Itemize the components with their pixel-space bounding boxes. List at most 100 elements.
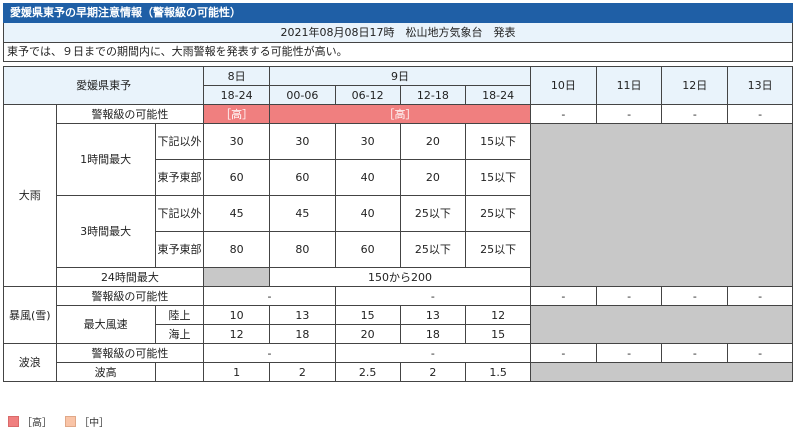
legend-mid: ［中］ xyxy=(65,416,110,429)
dash-cell: - xyxy=(595,104,663,124)
dash-cell: - xyxy=(203,286,336,306)
value-cell: 2.5 xyxy=(334,362,401,382)
value-cell: 1 xyxy=(203,362,271,382)
rain-possibility-high: ［高］ xyxy=(269,104,531,124)
rain-possibility-label: 警報級の可能性 xyxy=(55,104,205,124)
value-cell: 12 xyxy=(465,305,531,325)
value-cell: 2 xyxy=(269,362,336,382)
value-cell: 30 xyxy=(203,123,271,160)
page-title: 愛媛県東予の早期注意情報（警報級の可能性） xyxy=(3,3,793,23)
day11-header: 11日 xyxy=(595,66,663,105)
high-swatch xyxy=(8,416,19,427)
subarea-label: 東予東部 xyxy=(154,159,205,196)
subarea-label: 下記以外 xyxy=(154,195,205,232)
time-header: 18-24 xyxy=(203,85,271,105)
wind-label: 暴風(雪) xyxy=(3,286,57,344)
dash-cell: - xyxy=(595,286,663,306)
rain-1h-label: 1時間最大 xyxy=(55,123,156,196)
time-header: 12-18 xyxy=(399,85,467,105)
value-cell: 40 xyxy=(334,159,401,196)
area-header: 愛媛県東予 xyxy=(2,66,205,105)
dash-cell: - xyxy=(661,104,729,124)
dash-cell: - xyxy=(529,286,597,306)
wind-max-label: 最大風速 xyxy=(55,305,156,344)
value-cell: 40 xyxy=(334,195,401,232)
sea-label: 海上 xyxy=(154,324,205,344)
value-cell: 80 xyxy=(203,231,271,268)
value-cell: 18 xyxy=(269,324,336,344)
value-cell: 25以下 xyxy=(465,231,531,268)
time-header: 18-24 xyxy=(465,85,531,105)
day9-header: 9日 xyxy=(269,66,531,86)
value-cell: 12 xyxy=(203,324,271,344)
value-cell: 20 xyxy=(399,123,467,160)
value-cell: 30 xyxy=(334,123,401,160)
dash-cell: - xyxy=(727,343,793,363)
value-cell: 20 xyxy=(334,324,401,344)
dash-cell: - xyxy=(529,104,597,124)
summary-text: 東予では、９日までの期間内に、大雨警報を発表する可能性が高い。 xyxy=(3,43,793,62)
subarea-label: 下記以外 xyxy=(154,123,205,160)
wave-label: 波浪 xyxy=(3,343,57,382)
day10-header: 10日 xyxy=(529,66,597,105)
value-cell: 15 xyxy=(465,324,531,344)
forecast-table: 愛媛県東予 8日 9日 10日 11日 12日 13日 18-24 00-06 … xyxy=(2,66,794,382)
dash-cell: - xyxy=(661,286,729,306)
day13-header: 13日 xyxy=(727,66,793,105)
value-cell: 80 xyxy=(269,231,336,268)
dash-cell: - xyxy=(727,104,793,124)
legend-mid-label: ［中］ xyxy=(79,418,110,429)
empty-cell xyxy=(154,362,205,382)
dash-cell: - xyxy=(334,343,531,363)
issued-info: 2021年08月08日17時 松山地方気象台 発表 xyxy=(3,23,793,43)
value-cell: 13 xyxy=(399,305,467,325)
value-cell: 45 xyxy=(269,195,336,232)
value-cell: 60 xyxy=(334,231,401,268)
no-data-block xyxy=(529,123,794,287)
land-label: 陸上 xyxy=(154,305,205,325)
value-cell: 18 xyxy=(399,324,467,344)
value-cell: 45 xyxy=(203,195,271,232)
dash-cell: - xyxy=(334,286,531,306)
no-data-cell xyxy=(203,267,271,287)
subarea-label: 東予東部 xyxy=(154,231,205,268)
rain-24h-label: 24時間最大 xyxy=(55,267,205,287)
dash-cell: - xyxy=(661,343,729,363)
value-cell: 30 xyxy=(269,123,336,160)
no-data-block xyxy=(529,305,794,344)
value-cell: 1.5 xyxy=(465,362,531,382)
wave-possibility-label: 警報級の可能性 xyxy=(55,343,205,363)
legend-high-label: ［高］ xyxy=(22,418,52,429)
rain-possibility-high: ［高］ xyxy=(203,104,271,124)
value-cell: 25以下 xyxy=(399,231,467,268)
value-cell: 15以下 xyxy=(465,159,531,196)
time-header: 06-12 xyxy=(334,85,401,105)
value-cell: 10 xyxy=(203,305,271,325)
value-cell: 60 xyxy=(269,159,336,196)
mid-swatch xyxy=(65,416,77,427)
day8-header: 8日 xyxy=(203,66,271,86)
legend-high: ［高］ xyxy=(8,416,52,429)
wave-height-label: 波高 xyxy=(55,362,156,382)
value-cell: 15 xyxy=(334,305,401,325)
dash-cell: - xyxy=(595,343,663,363)
legend: ［高］ ［中］ xyxy=(8,416,119,430)
dash-cell: - xyxy=(529,343,597,363)
value-cell: 25以下 xyxy=(465,195,531,232)
rain-24h-value: 150から200 xyxy=(269,267,531,287)
wind-possibility-label: 警報級の可能性 xyxy=(55,286,205,306)
forecast-panel: 愛媛県東予の早期注意情報（警報級の可能性） 2021年08月08日17時 松山地… xyxy=(2,3,794,382)
rain-3h-label: 3時間最大 xyxy=(55,195,156,268)
day12-header: 12日 xyxy=(661,66,729,105)
value-cell: 20 xyxy=(399,159,467,196)
rain-label: 大雨 xyxy=(3,104,57,287)
value-cell: 13 xyxy=(269,305,336,325)
dash-cell: - xyxy=(203,343,336,363)
time-header: 00-06 xyxy=(269,85,336,105)
no-data-block xyxy=(529,362,794,382)
value-cell: 60 xyxy=(203,159,271,196)
value-cell: 2 xyxy=(399,362,467,382)
dash-cell: - xyxy=(727,286,793,306)
value-cell: 15以下 xyxy=(465,123,531,160)
value-cell: 25以下 xyxy=(399,195,467,232)
